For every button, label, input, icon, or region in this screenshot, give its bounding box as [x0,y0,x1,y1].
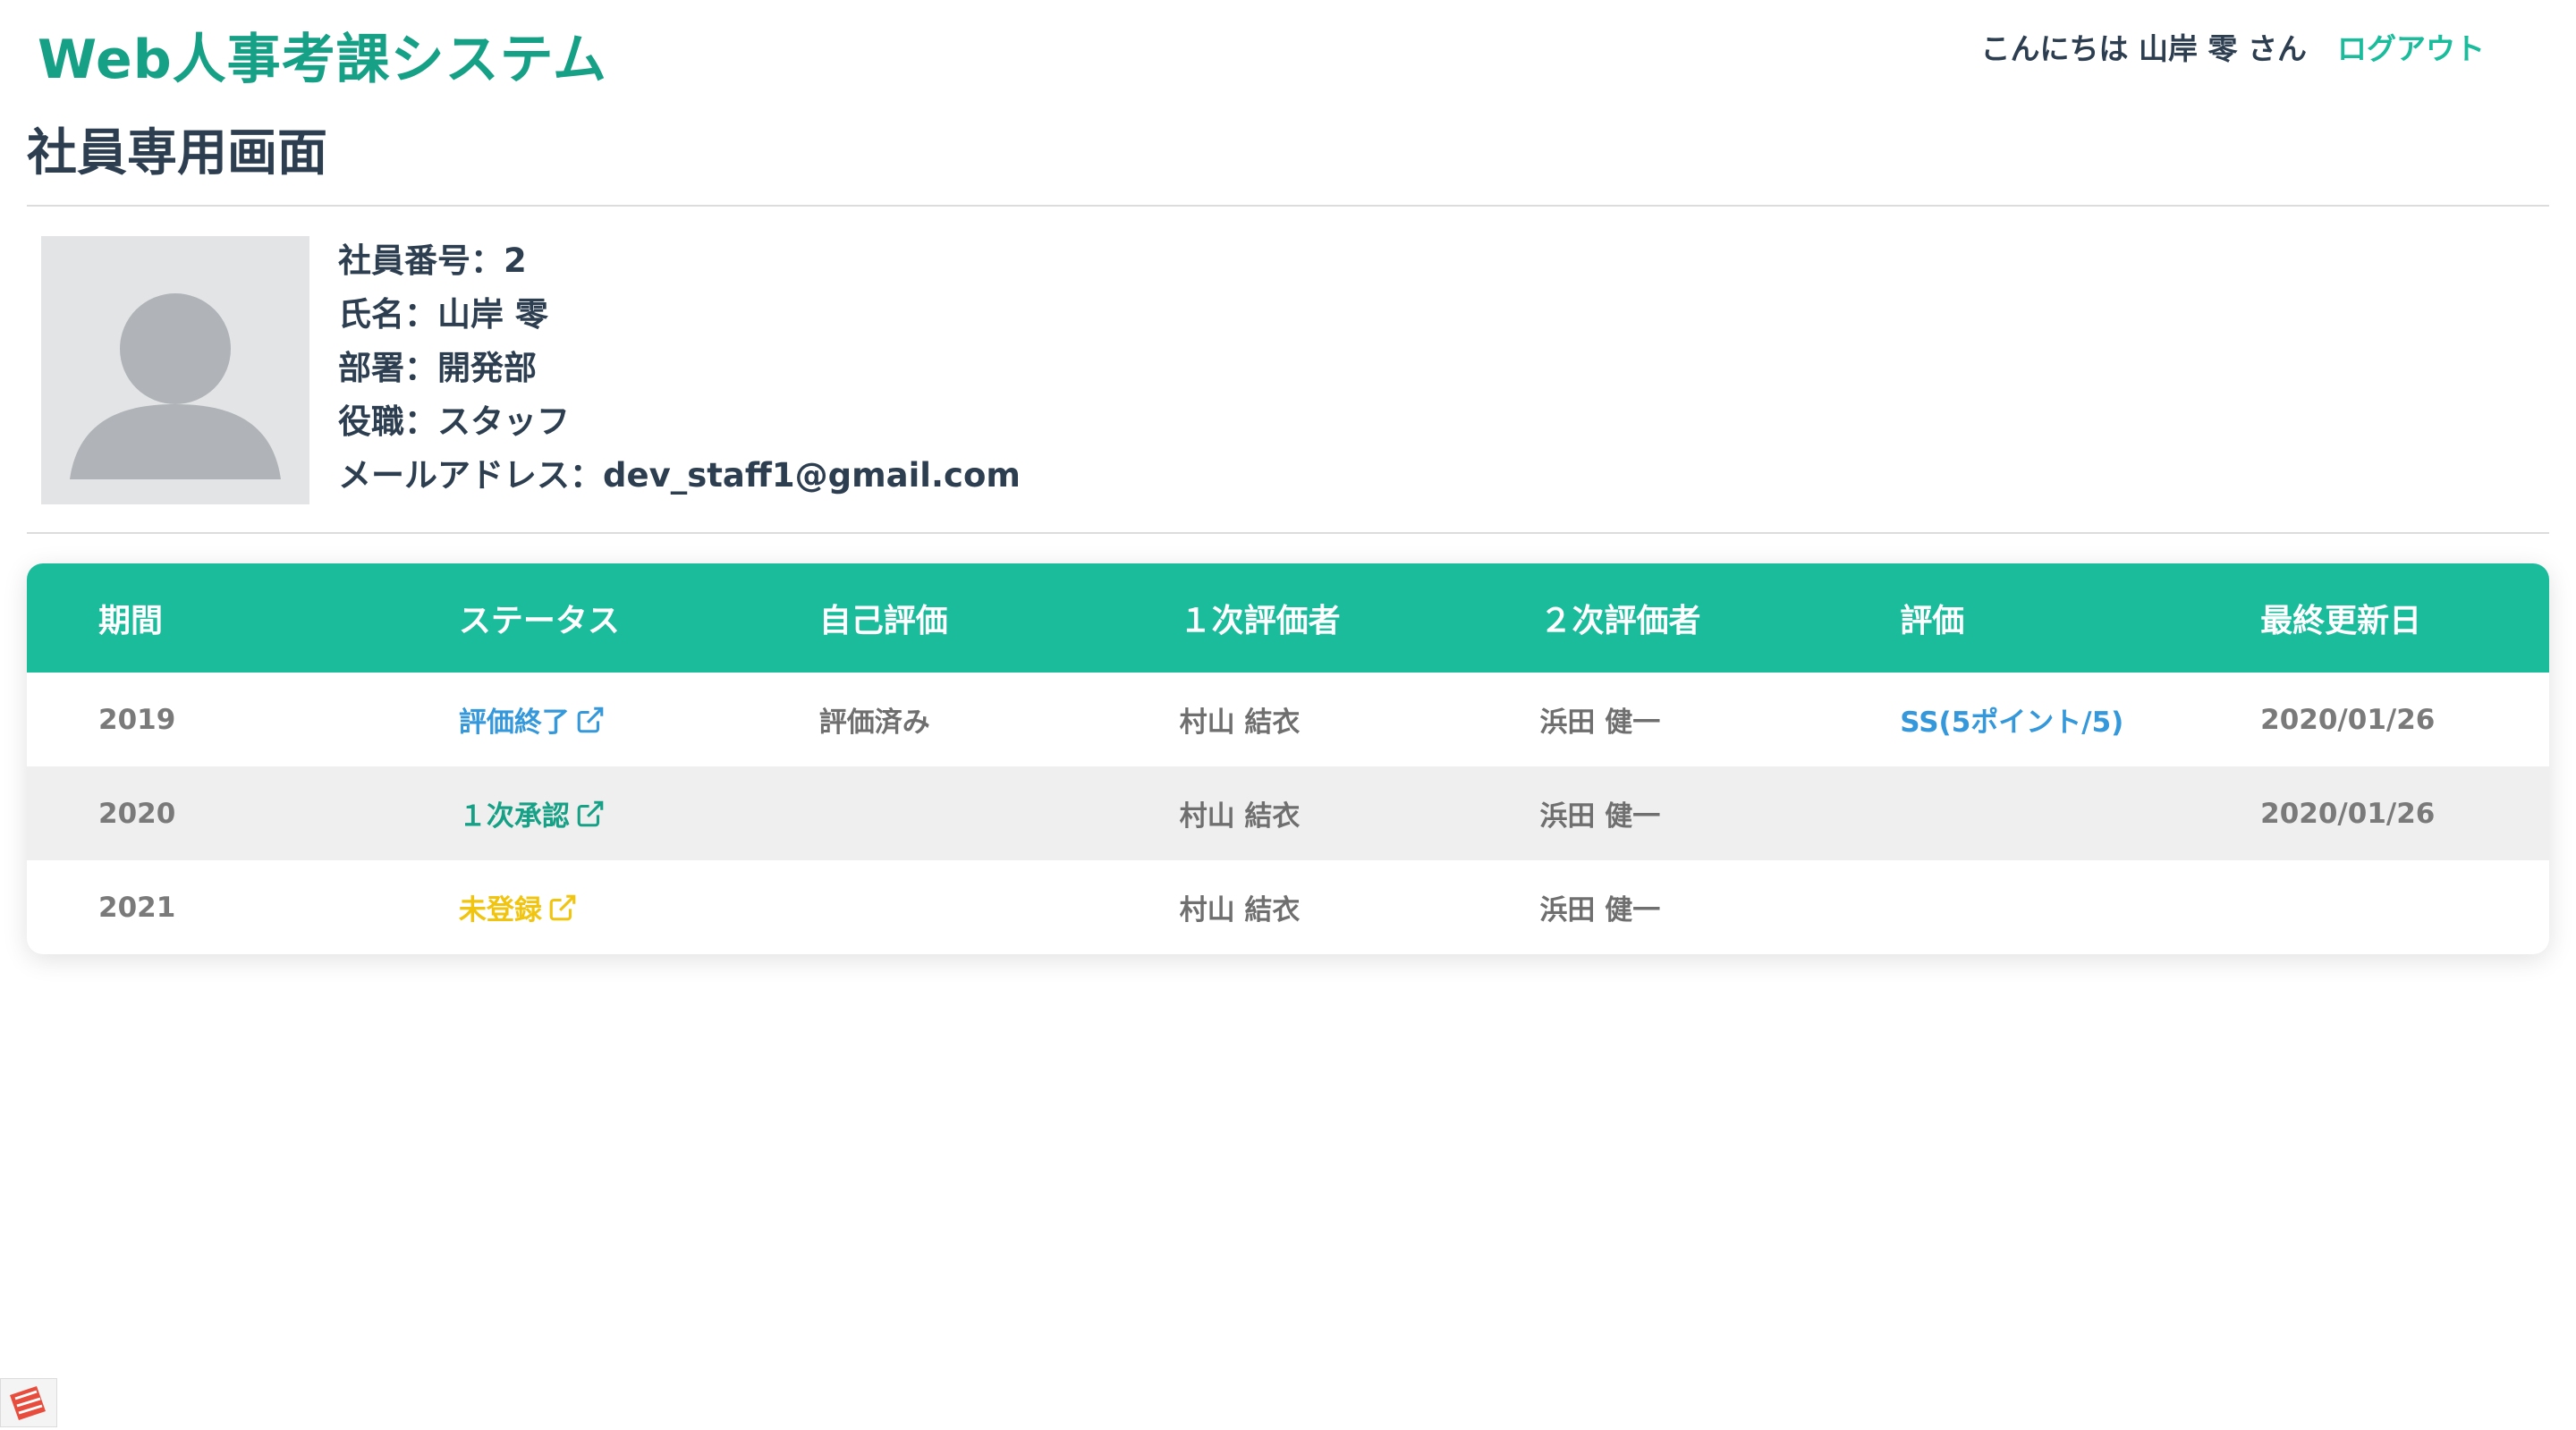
status-link[interactable]: 未登録 [459,887,578,927]
status-label: １次承認 [458,800,570,833]
status-cell: 評価終了 [387,699,748,740]
greeting-text: こんにちは 山岸 零 さん [1980,31,2307,66]
first-evaluator-cell: 村山 結衣 [1179,707,1301,739]
column-header-status: ステータス [458,603,620,639]
external-link-icon [577,707,604,732]
app-badge-glyph-icon [10,1386,46,1420]
second-evaluator-cell: 浜田 健一 [1539,707,1661,739]
updated-cell: 2020/01/26 [2260,703,2436,736]
divider [27,205,2549,207]
column-header-self-eval: 自己評価 [818,603,948,639]
table-row: 2020 １次承認 村山 結衣 浜田 健一 2020/01/26 [27,766,2549,860]
period-cell: 2019 [98,703,176,736]
user-nav: こんにちは 山岸 零 さん ログアウト [1981,25,2485,68]
employee-email: メールアドレス：dev_staff1@gmail.com [338,456,1021,495]
second-evaluator-cell: 浜田 健一 [1539,894,1661,927]
period-cell: 2020 [98,797,176,830]
status-label: 評価終了 [458,707,570,739]
table-header: 期間 ステータス 自己評価 １次評価者 ２次評価者 評価 最終更新日 [27,563,2549,673]
column-header-second-evaluator: ２次評価者 [1539,603,1701,639]
status-cell: １次承認 [387,793,748,833]
employee-name: 氏名：山岸 零 [338,295,548,334]
table-row: 2019 評価終了 評価済み 村山 結衣 浜田 健一 SS(5ポイント/5) 2… [27,673,2549,766]
second-evaluator-cell: 浜田 健一 [1539,800,1661,833]
user-silhouette-icon [70,293,281,479]
column-header-updated: 最終更新日 [2260,603,2422,639]
column-header-first-evaluator: １次評価者 [1179,603,1341,639]
self-eval-cell: 評価済み [818,707,930,739]
status-cell: 未登録 [387,887,748,927]
column-header-period: 期間 [98,603,164,639]
column-header-rating: 評価 [1900,603,1965,639]
first-evaluator-cell: 村山 結衣 [1179,800,1301,833]
app-badge-icon[interactable] [0,1378,57,1427]
rating-cell: SS(5ポイント/5) [1828,699,2189,740]
external-link-icon [549,894,576,920]
updated-cell: 2020/01/26 [2260,797,2436,830]
page-title: 社員専用画面 [27,124,327,182]
period-cell: 2021 [98,891,176,924]
logout-link[interactable]: ログアウト [2337,25,2485,68]
evaluation-table: 期間 ステータス 自己評価 １次評価者 ２次評価者 評価 最終更新日 2019 … [27,563,2549,954]
external-link-icon [577,800,604,826]
divider [27,532,2549,534]
table-row: 2021 未登録 村山 結衣 浜田 健一 [27,860,2549,954]
avatar [41,236,309,504]
rating-link[interactable]: SS(5ポイント/5) [1900,707,2123,739]
status-label: 未登録 [458,894,542,927]
employee-number: 社員番号：2 [338,241,527,280]
employee-position: 役職：スタッフ [338,402,570,441]
profile-info: 社員番号：2 氏名：山岸 零 部署：開発部 役職：スタッフ メールアドレス：de… [338,234,1021,503]
status-link[interactable]: １次承認 [459,793,606,833]
first-evaluator-cell: 村山 結衣 [1179,894,1301,927]
employee-department: 部署：開発部 [338,349,537,387]
status-link[interactable]: 評価終了 [459,699,606,740]
app-brand: Web人事考課システム [38,29,607,91]
